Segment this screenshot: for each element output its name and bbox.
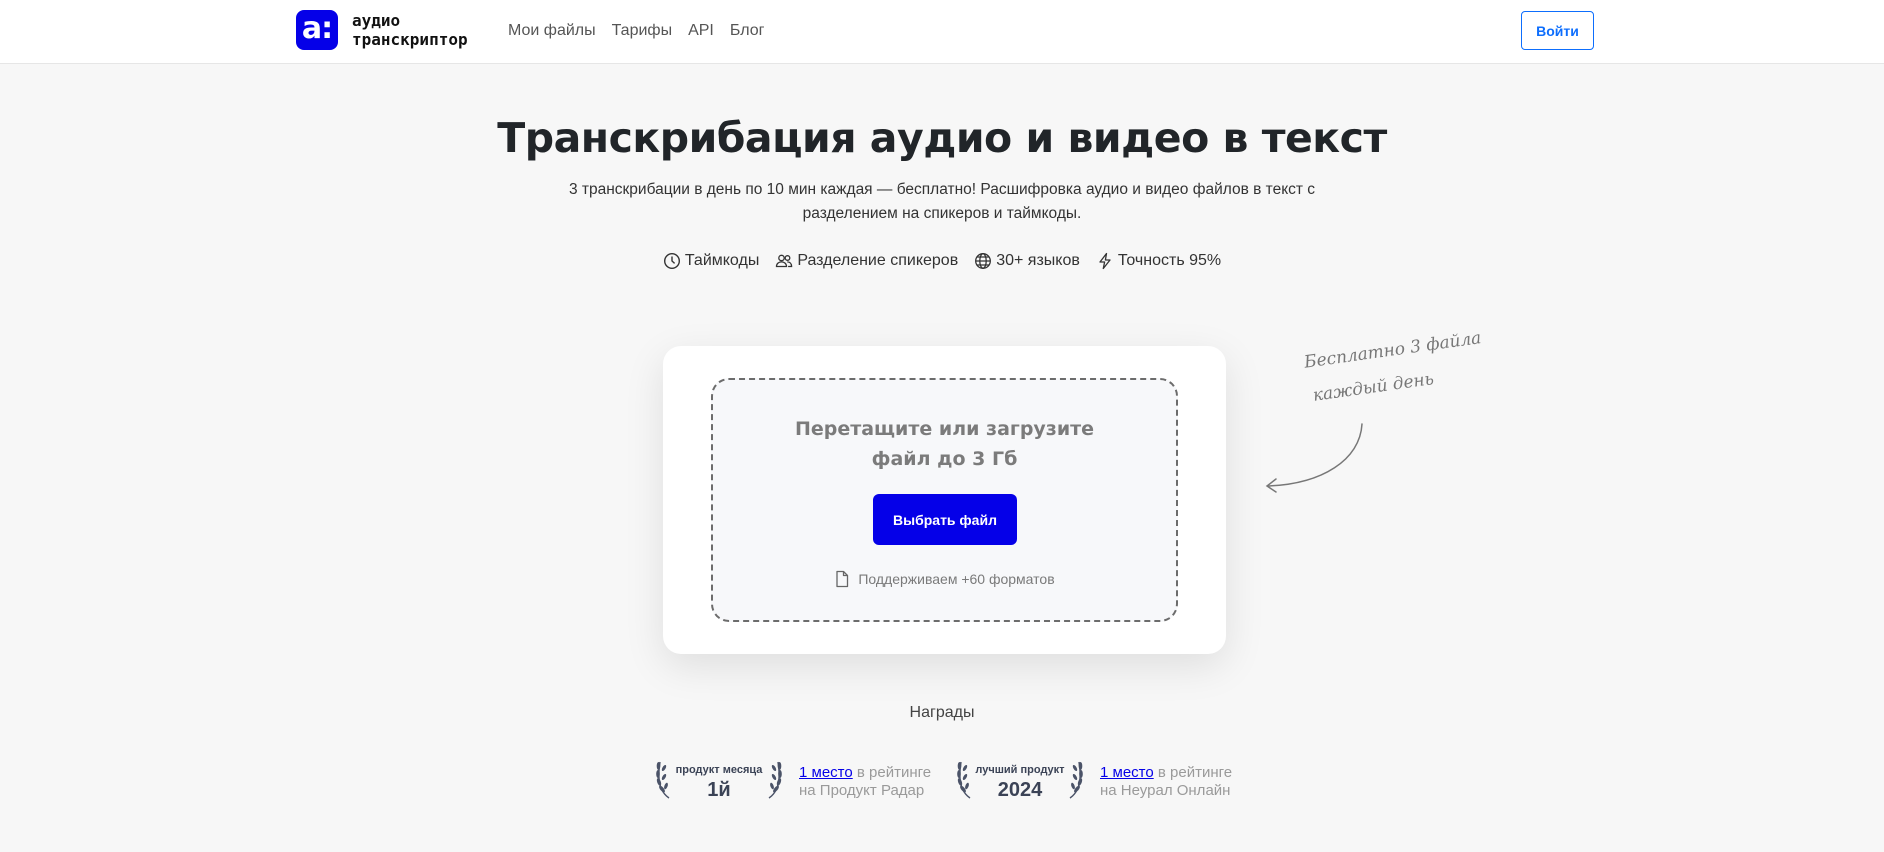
feature-timecodes: Таймкоды <box>663 250 759 272</box>
award-badge: продукт месяца 1й <box>654 754 784 804</box>
award-source: на Неурал Онлайн <box>1100 782 1231 799</box>
nav-pricing[interactable]: Тарифы <box>612 20 672 42</box>
supported-formats: Поддерживаем +60 форматов <box>713 570 1176 588</box>
nav-my-files[interactable]: Мои файлы <box>508 20 596 42</box>
award-badge-caption: лучший продукт <box>975 764 1065 776</box>
feature-languages: 30+ языков <box>974 250 1080 272</box>
formats-label: Поддерживаем +60 форматов <box>858 571 1055 587</box>
file-dropzone[interactable]: Перетащите или загрузите файл до 3 Гб Вы… <box>711 378 1178 622</box>
upload-card: Перетащите или загрузите файл до 3 Гб Вы… <box>663 346 1226 654</box>
award-badge-caption: продукт месяца <box>675 764 763 776</box>
feature-label: Таймкоды <box>684 252 760 269</box>
curved-arrow-icon <box>1265 423 1363 493</box>
feature-label: Разделение спикеров <box>797 252 959 269</box>
main-nav: Мои файлы Тарифы API Блог <box>508 20 764 42</box>
award-text-after: в рейтинге <box>1153 764 1233 781</box>
dropzone-title: Перетащите или загрузите файл до 3 Гб <box>713 414 1176 474</box>
logo-mark[interactable]: a: <box>296 10 338 50</box>
logo-line-2: транскриптор <box>352 30 468 49</box>
award-rank-link[interactable]: 1 место <box>1100 764 1154 781</box>
choose-file-button[interactable]: Выбрать файл <box>873 494 1017 545</box>
award-badge: лучший продукт 2024 <box>955 754 1085 804</box>
dropzone-title-line-2: файл до 3 Гб <box>871 448 1018 470</box>
free-files-note: Бесплатно 3 файла каждый день <box>1302 318 1510 413</box>
award-text-after: в рейтинге <box>852 764 932 781</box>
page-subtitle: 3 транскрибации в день по 10 мин каждая … <box>568 181 1316 222</box>
award-rank-link[interactable]: 1 место <box>799 764 853 781</box>
feature-label: 30+ языков <box>996 252 1080 269</box>
logo-line-1: аудио <box>352 11 401 30</box>
file-icon <box>836 570 849 588</box>
feature-speakers: Разделение спикеров <box>775 250 958 272</box>
nav-blog[interactable]: Блог <box>730 20 765 42</box>
feature-list: Таймкоды Разделение спикеров 30+ языков … <box>0 250 1884 272</box>
award-source: на Продукт Радар <box>799 782 925 799</box>
award-description: 1 место в рейтинге на Продукт Радар <box>799 764 959 800</box>
award-badge-rank: 1й <box>707 779 731 801</box>
clock-icon <box>663 252 680 270</box>
feature-accuracy: Точность 95% <box>1096 250 1221 272</box>
award-description: 1 место в рейтинге на Неурал Онлайн <box>1100 764 1260 800</box>
top-navbar: a: аудио транскриптор Мои файлы Тарифы A… <box>0 0 1884 64</box>
laurel-icon <box>768 761 782 799</box>
logo-text[interactable]: аудио транскриптор <box>352 11 492 49</box>
globe-icon <box>975 253 992 269</box>
login-button[interactable]: Войти <box>1521 11 1594 50</box>
laurel-icon <box>1069 761 1083 799</box>
lightning-icon <box>1099 252 1111 270</box>
page-title: Транскрибация аудио и видео в текст <box>497 114 1387 162</box>
users-icon <box>776 254 793 268</box>
award-badge-year: 2024 <box>997 779 1043 801</box>
feature-label: Точность 95% <box>1117 252 1222 269</box>
nav-api[interactable]: API <box>688 20 714 42</box>
dropzone-title-line-1: Перетащите или загрузите <box>794 418 1095 440</box>
awards-title: Награды <box>909 704 975 721</box>
